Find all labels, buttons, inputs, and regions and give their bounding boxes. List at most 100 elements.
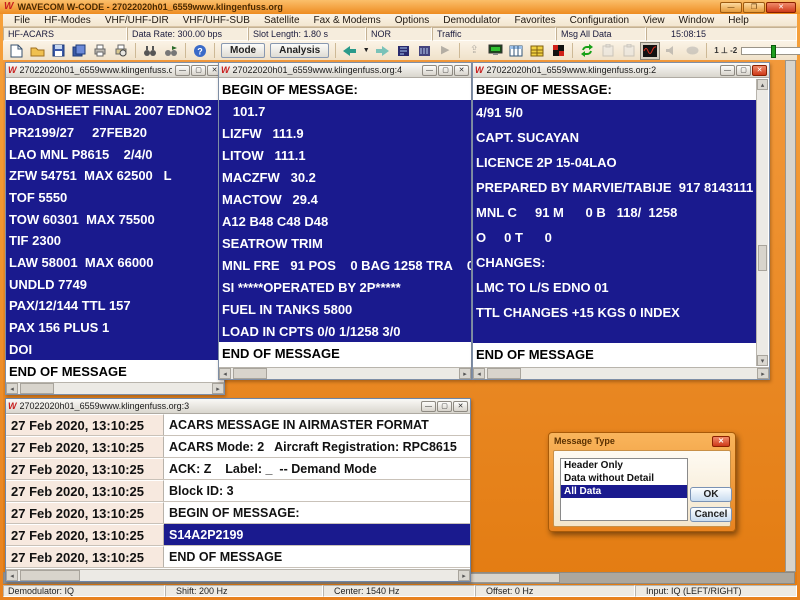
window3-titlebar[interactable]: W 27022020h01_6559www.klingenfuss.org:3 … xyxy=(6,399,470,414)
scroll-left-arrow[interactable]: ◂ xyxy=(473,368,485,379)
maximize-button[interactable]: ▢ xyxy=(438,65,453,76)
menu-window[interactable]: Window xyxy=(672,15,722,26)
message-window-2[interactable]: W 27022020h01_6559www.klingenfuss.org:2 … xyxy=(472,62,770,380)
scroll-right-arrow[interactable]: ▸ xyxy=(757,368,769,379)
dialog-titlebar[interactable]: Message Type ✕ xyxy=(549,433,735,449)
scroll-thumb[interactable] xyxy=(758,245,767,271)
stream-1-icon[interactable] xyxy=(393,42,413,60)
slider-thumb[interactable] xyxy=(771,45,776,58)
menu-file[interactable]: File xyxy=(7,15,37,26)
menu-favorites[interactable]: Favorites xyxy=(508,15,563,26)
message-type-dialog[interactable]: Message Type ✕ Header Only Data without … xyxy=(548,432,736,532)
maximize-button[interactable]: ▢ xyxy=(191,65,206,76)
log-row[interactable]: 27 Feb 2020, 13:10:25 Block ID: 3 xyxy=(6,480,470,502)
menu-view[interactable]: View xyxy=(636,15,672,26)
window4-titlebar[interactable]: W 27022020h01_6559www.klingenfuss.org:4 … xyxy=(219,63,471,78)
grid-icon[interactable] xyxy=(527,42,547,60)
print-preview-icon[interactable] xyxy=(111,42,131,60)
back-arrow-icon[interactable] xyxy=(340,42,360,60)
log-row[interactable]: 27 Feb 2020, 13:10:25 END OF MESSAGE xyxy=(6,546,470,568)
menu-demodulator[interactable]: Demodulator xyxy=(436,15,507,26)
restore-button[interactable]: ❐ xyxy=(743,2,765,13)
ok-button[interactable]: OK xyxy=(690,487,732,502)
open-folder-icon[interactable] xyxy=(27,42,47,60)
refresh-icon[interactable] xyxy=(577,42,597,60)
scroll-thumb[interactable] xyxy=(233,368,267,379)
menu-satellite[interactable]: Satellite xyxy=(257,15,307,26)
scroll-right-arrow[interactable]: ▸ xyxy=(212,383,224,394)
message-type-listbox[interactable]: Header Only Data without Detail All Data xyxy=(560,458,688,521)
scroll-right-arrow[interactable]: ▸ xyxy=(458,570,470,581)
dropdown-arrow-icon[interactable]: ▼ xyxy=(361,42,371,60)
scroll-down-arrow[interactable]: ▾ xyxy=(757,355,768,366)
menu-help[interactable]: Help xyxy=(721,15,756,26)
log-row-selected[interactable]: 27 Feb 2020, 13:10:25 S14A2P2199 xyxy=(6,524,470,546)
message-window-4[interactable]: W 27022020h01_6559www.klingenfuss.org:4 … xyxy=(218,62,472,380)
log-row[interactable]: 27 Feb 2020, 13:10:25 ACARS MESSAGE IN A… xyxy=(6,414,470,436)
close-button[interactable]: ✕ xyxy=(454,65,469,76)
message-window-3[interactable]: W 27022020h01_6559www.klingenfuss.org:3 … xyxy=(5,398,471,582)
find-next-icon[interactable] xyxy=(161,42,181,60)
window1-titlebar[interactable]: W 27022020h01_6559www.klingenfuss.org:1 … xyxy=(6,63,224,78)
dialog-close-button[interactable]: ✕ xyxy=(712,436,730,447)
scroll-right-arrow[interactable]: ▸ xyxy=(459,368,471,379)
maximize-button[interactable]: ▢ xyxy=(437,401,452,412)
vertical-scrollbar[interactable]: ▴ ▾ xyxy=(756,79,768,366)
minimize-button[interactable]: — xyxy=(720,2,742,13)
log-row[interactable]: 27 Feb 2020, 13:10:25 ACK: Z Label: _ --… xyxy=(6,458,470,480)
mdi-vertical-scrollbar[interactable] xyxy=(785,60,796,572)
forward-arrow-icon[interactable] xyxy=(372,42,392,60)
listbox-option-header-only[interactable]: Header Only xyxy=(561,459,687,472)
mode-button[interactable]: Mode xyxy=(221,43,265,58)
save-all-icon[interactable] xyxy=(69,42,89,60)
horizontal-scrollbar[interactable]: ◂ ▸ xyxy=(6,569,470,581)
close-button[interactable]: ✕ xyxy=(766,2,796,13)
maximize-button[interactable]: ▢ xyxy=(736,65,751,76)
menu-vhf-uhf-sub[interactable]: VHF/UHF-SUB xyxy=(176,15,257,26)
new-file-icon[interactable] xyxy=(6,42,26,60)
analysis-button[interactable]: Analysis xyxy=(270,43,329,58)
menu-hf-modes[interactable]: HF-Modes xyxy=(37,15,98,26)
columns-icon[interactable] xyxy=(506,42,526,60)
help-icon[interactable]: ? xyxy=(190,42,210,60)
minimize-button[interactable]: — xyxy=(175,65,190,76)
speaker-icon[interactable] xyxy=(661,42,681,60)
checker-icon[interactable] xyxy=(548,42,568,60)
scroll-thumb[interactable] xyxy=(20,383,54,394)
scroll-up-arrow[interactable]: ▴ xyxy=(757,79,768,90)
scroll-thumb[interactable] xyxy=(487,368,521,379)
scroll-left-arrow[interactable]: ◂ xyxy=(6,570,18,581)
export-icon[interactable]: ⇪ xyxy=(464,42,484,60)
minimize-button[interactable]: — xyxy=(422,65,437,76)
horizontal-scrollbar[interactable]: ◂ ▸ xyxy=(219,367,471,379)
minimize-button[interactable]: — xyxy=(720,65,735,76)
listbox-option-data-without-detail[interactable]: Data without Detail xyxy=(561,472,687,485)
tuning-slider[interactable] xyxy=(741,47,800,55)
listbox-option-all-data[interactable]: All Data xyxy=(561,485,687,498)
menu-fax-modems[interactable]: Fax & Modems xyxy=(307,15,388,26)
save-icon[interactable] xyxy=(48,42,68,60)
play-icon[interactable]: ▶ xyxy=(435,42,455,60)
horizontal-scrollbar[interactable]: ◂ ▸ xyxy=(6,382,224,394)
find-icon[interactable] xyxy=(140,42,160,60)
menu-vhf-uhf-dir[interactable]: VHF/UHF-DIR xyxy=(98,15,176,26)
clipboard-1-icon[interactable] xyxy=(598,42,618,60)
monitor-icon[interactable] xyxy=(485,42,505,60)
menu-configuration[interactable]: Configuration xyxy=(563,15,636,26)
message-window-1[interactable]: W 27022020h01_6559www.klingenfuss.org:1 … xyxy=(5,62,225,395)
record-icon[interactable] xyxy=(682,42,702,60)
scroll-left-arrow[interactable]: ◂ xyxy=(6,383,18,394)
close-button[interactable]: ✕ xyxy=(752,65,767,76)
minimize-button[interactable]: — xyxy=(421,401,436,412)
horizontal-scrollbar[interactable]: ◂ ▸ xyxy=(473,367,769,379)
scroll-left-arrow[interactable]: ◂ xyxy=(219,368,231,379)
log-row[interactable]: 27 Feb 2020, 13:10:25 BEGIN OF MESSAGE: xyxy=(6,502,470,524)
window2-titlebar[interactable]: W 27022020h01_6559www.klingenfuss.org:2 … xyxy=(473,63,769,78)
close-button[interactable]: ✕ xyxy=(453,401,468,412)
scroll-thumb[interactable] xyxy=(20,570,80,581)
stream-2-icon[interactable] xyxy=(414,42,434,60)
clipboard-2-icon[interactable] xyxy=(619,42,639,60)
cancel-button[interactable]: Cancel xyxy=(690,507,732,522)
iq-toggle-icon[interactable] xyxy=(640,42,660,60)
print-icon[interactable] xyxy=(90,42,110,60)
